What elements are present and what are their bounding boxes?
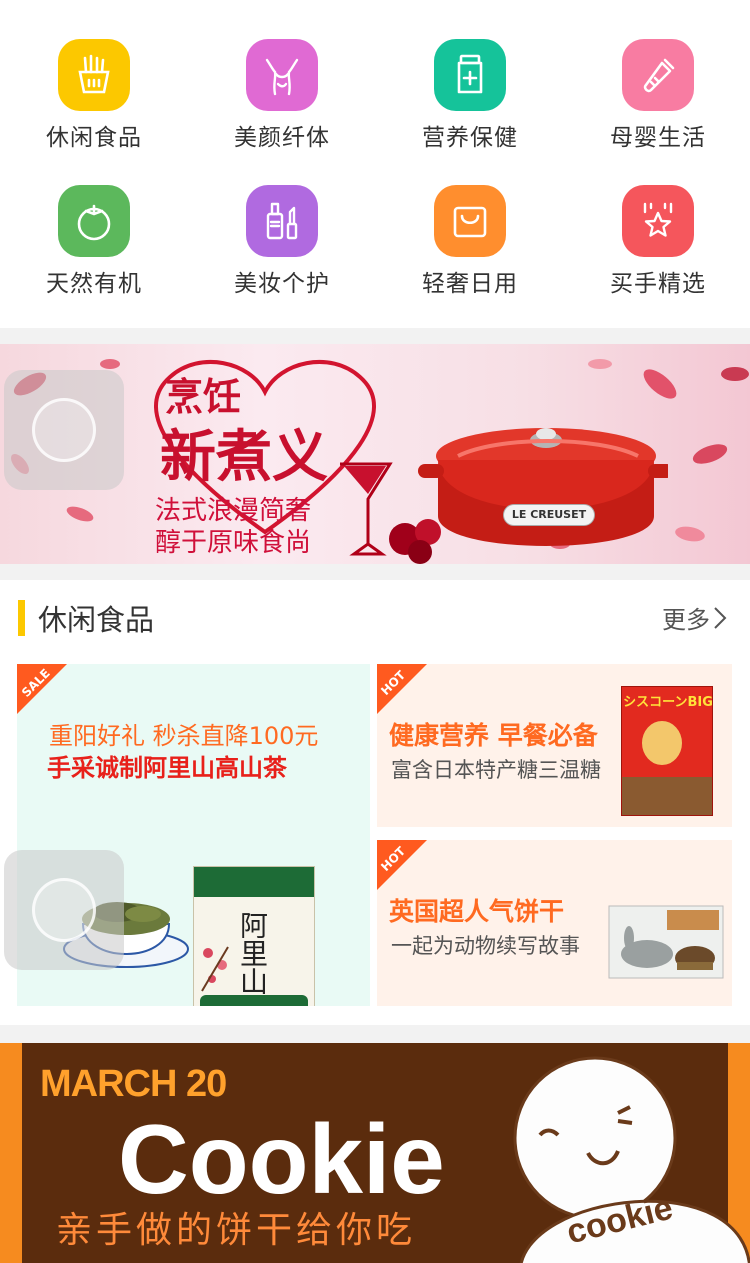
category-snacks[interactable]: 休闲食品 [0, 0, 188, 151]
category-label: 买手精选 [610, 271, 706, 297]
promo-banner-cookie[interactable]: MARCH 20 Cookie 亲手做的饼干给你吃 cookie [0, 1043, 750, 1263]
category-cosmetics[interactable]: 美妆个护 [188, 146, 376, 297]
red-pot-image [418, 428, 668, 546]
category-label: 美妆个护 [234, 271, 330, 297]
floating-assistive-button-2[interactable] [4, 850, 124, 970]
card-headline: 英国超人气饼干 [389, 897, 565, 926]
floating-assistive-button[interactable] [4, 370, 124, 490]
category-label: 轻奢日用 [422, 271, 518, 297]
baby-bottle-icon [622, 39, 694, 111]
biscuit-box-image [608, 905, 724, 979]
body-icon [246, 39, 318, 111]
category-baby[interactable]: 母婴生活 [564, 0, 750, 151]
category-grid: 休闲食品 美颜纤体 营养保健 母婴生活 天然有机 美妆个护 轻奢日用 买手精选 [0, 0, 750, 328]
card-subline: 手采诚制阿里山高山茶 [47, 754, 287, 782]
card-headline: 健康营养 早餐必备 [389, 721, 598, 750]
card-headline: 重阳好礼 秒杀直降100元 [49, 722, 319, 750]
banner-stripe-left [0, 1043, 22, 1263]
chevron-right-icon[interactable] [712, 606, 728, 630]
category-buyer-picks[interactable]: 买手精选 [564, 146, 750, 297]
product-card-biscuit[interactable]: HOT 英国超人气饼干 一起为动物续写故事 [377, 840, 732, 1006]
cereal-box-text: シスコーンBIG [623, 695, 713, 710]
category-nutrition[interactable]: 营养保健 [376, 0, 564, 151]
assistive-ring-icon [32, 878, 96, 942]
banner-date: MARCH 20 [40, 1063, 227, 1105]
banner-title: Cookie [118, 1104, 445, 1214]
category-organic[interactable]: 天然有机 [0, 146, 188, 297]
product-card-cereal[interactable]: HOT 健康营养 早餐必备 富含日本特产糖三温糖 シスコーンBIG [377, 664, 732, 827]
category-light-luxury[interactable]: 轻奢日用 [376, 146, 564, 297]
banner-headline-2: 新煮义 [160, 424, 328, 490]
home-page: 休闲食品 美颜纤体 营养保健 母婴生活 天然有机 美妆个护 轻奢日用 买手精选 … [0, 0, 750, 1263]
assistive-ring-icon [32, 398, 96, 462]
category-beauty-slim[interactable]: 美颜纤体 [188, 0, 376, 151]
banner-subtitle: 亲手做的饼干给你吃 [56, 1210, 417, 1251]
fries-icon [58, 39, 130, 111]
star-badge-icon [622, 185, 694, 257]
tea-box-image: 阿里山 [193, 866, 315, 1006]
tea-box-text: 阿里山 [236, 911, 269, 995]
category-label: 天然有机 [46, 271, 142, 297]
bag-icon [434, 185, 506, 257]
cosmetics-icon [246, 185, 318, 257]
more-link[interactable]: 更多 [662, 600, 710, 635]
tomato-icon [58, 185, 130, 257]
section-accent-bar [18, 600, 25, 636]
brand-label: LE CREUSET [503, 504, 595, 526]
section-title: 休闲食品 [38, 603, 155, 637]
card-subline: 富含日本特产糖三温糖 [391, 758, 601, 782]
banner-subline-2: 醇于原味食尚 [155, 528, 312, 558]
card-subline: 一起为动物续写故事 [391, 934, 580, 958]
cereal-box-image: シスコーンBIG [621, 686, 713, 816]
medicine-bottle-icon [434, 39, 506, 111]
